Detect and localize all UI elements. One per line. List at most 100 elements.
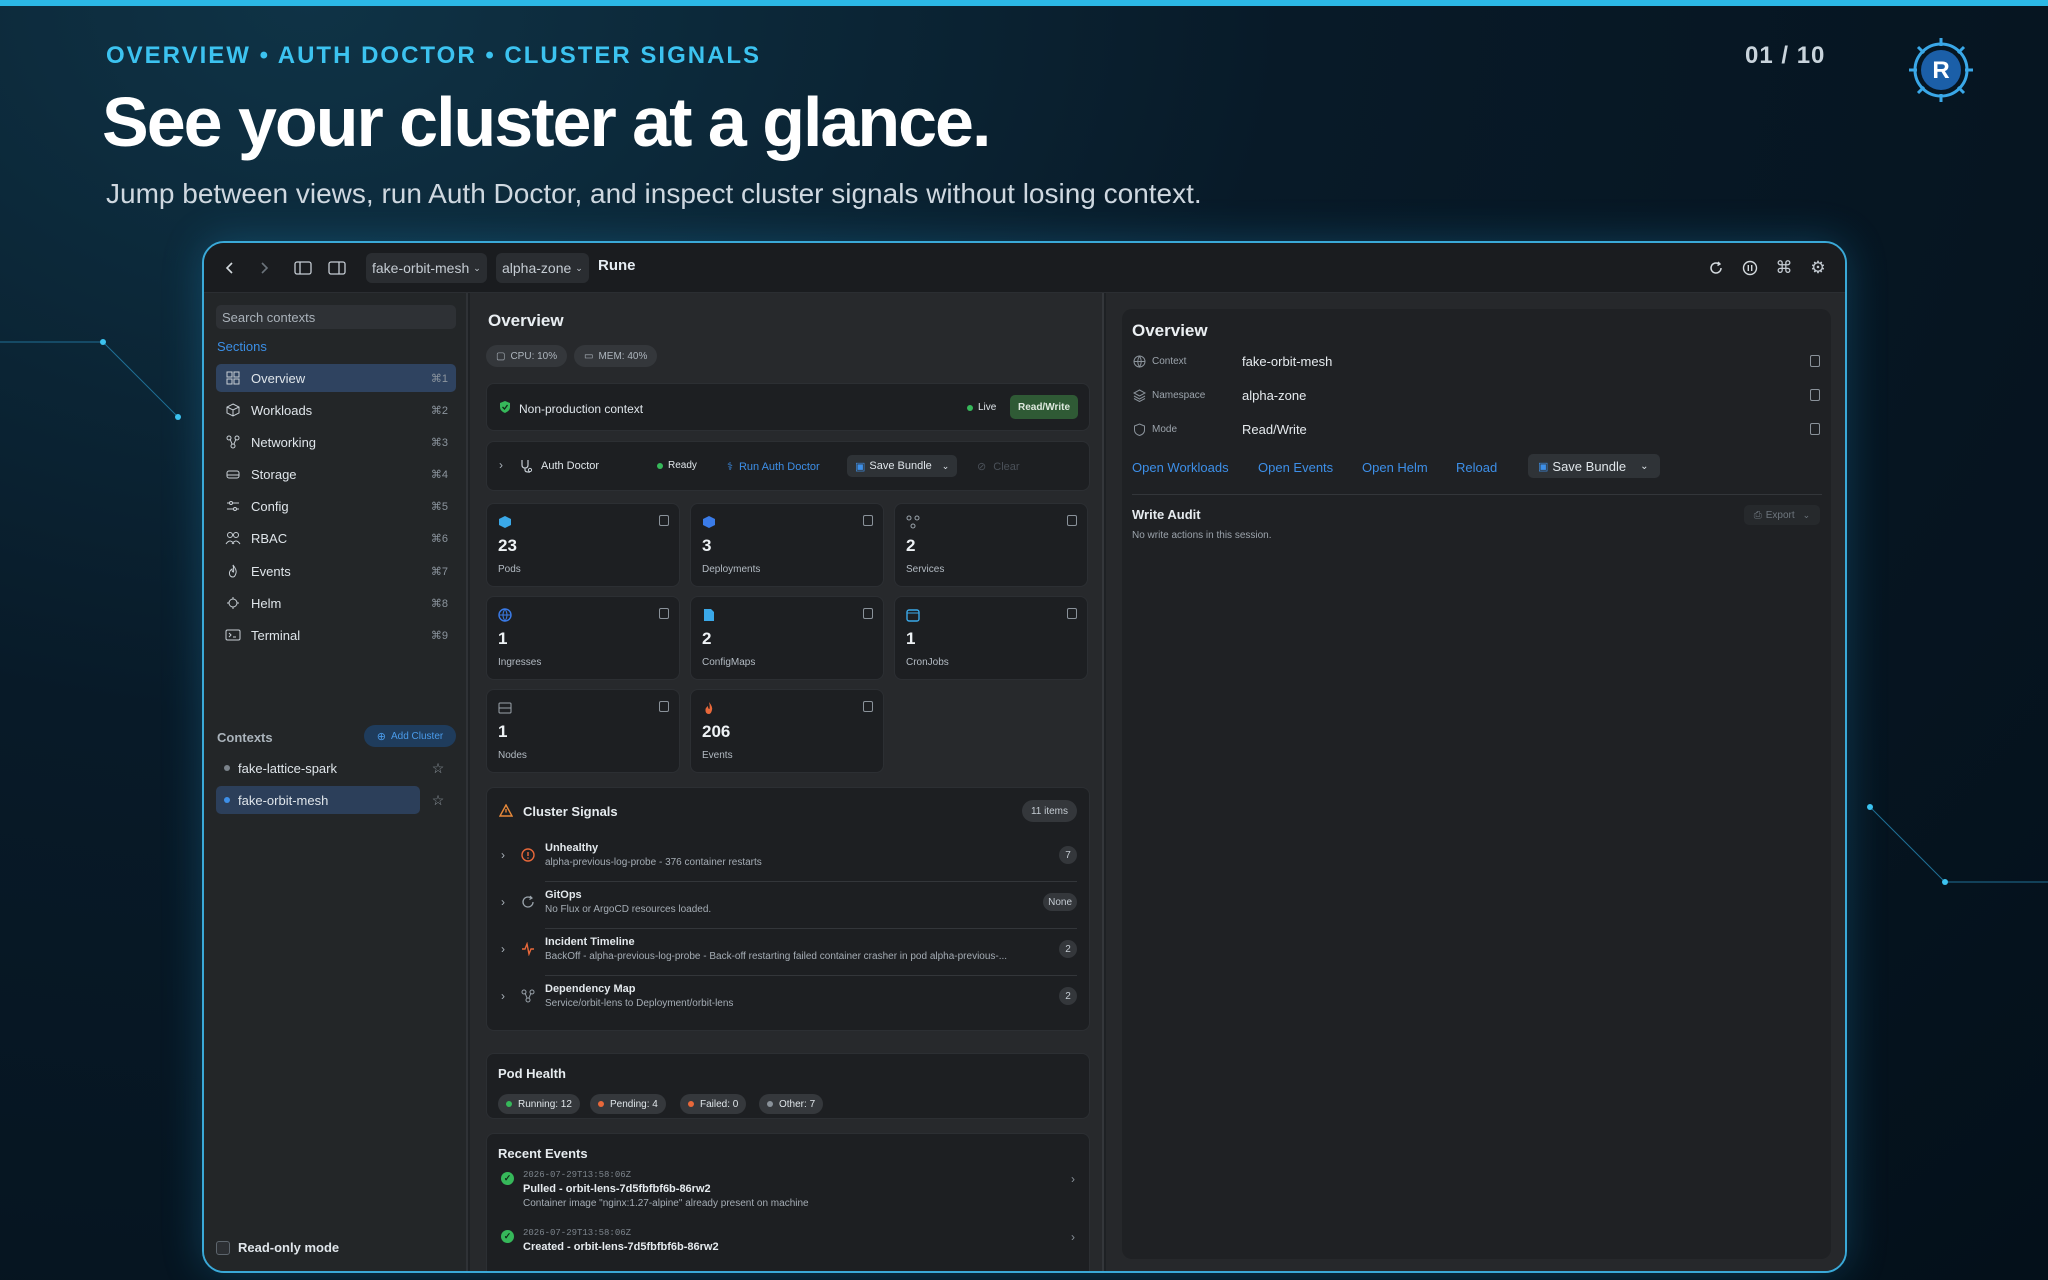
signal-row-dependency-map[interactable]: › Dependency Map Service/orbit-lens to D… [497,979,1077,1025]
save-bundle-button[interactable]: ▣ Save Bundle ⌄ [1528,454,1660,478]
stat-card-cronjobs[interactable]: 1 CronJobs [894,596,1088,680]
sidebar-item-terminal[interactable]: Terminal ⌘9 [216,621,456,649]
read-only-checkbox[interactable] [216,1240,230,1255]
copy-icon[interactable] [659,608,669,619]
copy-icon[interactable] [1810,423,1820,435]
copy-icon[interactable] [659,515,669,526]
status-dot [688,1101,694,1107]
context-select[interactable]: fake-orbit-mesh ⌄ [366,253,487,283]
reload-link[interactable]: Reload [1456,460,1497,475]
hero-subtitle: Jump between views, run Auth Doctor, and… [106,178,1202,209]
stat-card-events[interactable]: 206 Events [690,689,884,773]
namespace-select[interactable]: alpha-zone ⌄ [496,253,589,283]
search-contexts-input[interactable] [216,305,456,329]
event-title: Created - orbit-lens-7d5fbfbf6b-86rw2 [523,1241,719,1253]
shortcut-hint: ⌘9 [430,629,448,642]
sidebar-item-overview[interactable]: Overview ⌘1 [216,364,456,392]
sidebar-item-helm[interactable]: Helm ⌘8 [216,589,456,617]
clear-button[interactable]: ⊘ Clear [977,460,1020,473]
pause-icon [1742,260,1758,276]
check-circle-icon: ✓ [501,1230,514,1243]
sidebar-item-events[interactable]: Events ⌘7 [216,557,456,585]
signal-count: 2 [1059,987,1077,1005]
sidebar-item-networking[interactable]: Networking ⌘3 [216,428,456,456]
export-icon: ⎙ [1753,509,1762,521]
decorative-lines-left [0,339,181,420]
forward-button[interactable] [252,253,276,283]
stat-card-pods[interactable]: 23 Pods [486,503,680,587]
chevron-right-icon[interactable]: › [499,458,503,472]
deployment-icon [703,516,715,528]
back-button[interactable] [218,253,242,283]
open-events-link[interactable]: Open Events [1258,460,1333,475]
stat-label: ConfigMaps [702,657,756,668]
copy-icon[interactable] [1067,515,1077,526]
shortcut-hint: ⌘5 [430,500,448,513]
chevron-right-icon [261,262,269,274]
calendar-clock-icon [906,609,920,622]
sidebar-item-label: Config [251,498,289,514]
stethoscope-icon: ⚕ [727,461,733,473]
command-palette-button[interactable]: ⌘ [1772,253,1796,283]
settings-button[interactable]: ⚙ [1806,253,1830,283]
signal-count: 7 [1059,846,1077,864]
context-status-dot [224,765,230,771]
copy-icon[interactable] [1810,355,1820,367]
hero-eyebrow: OVERVIEW • AUTH DOCTOR • CLUSTER SIGNALS [106,42,762,69]
copy-icon[interactable] [659,701,669,712]
read-only-toggle[interactable]: Read-only mode [216,1240,339,1255]
chevron-right-icon: › [501,989,505,1003]
run-auth-doctor-button[interactable]: ⚕ Run Auth Doctor [727,460,820,474]
copy-icon[interactable] [863,608,873,619]
sidebar-item-label: Helm [251,595,282,611]
slide-counter: 01 / 10 [1745,42,1826,69]
sidebar-item-config[interactable]: Config ⌘5 [216,492,456,520]
context-item[interactable]: fake-lattice-spark [216,754,420,782]
toggle-inspector-button[interactable] [324,253,350,283]
pod-health-card: Pod Health Running: 12 Pending: 4 Failed… [486,1053,1090,1119]
gear-icon: ⚙ [1810,258,1826,277]
signal-row-unhealthy[interactable]: › Unhealthy alpha-previous-log-probe - 3… [497,838,1077,884]
toggle-sidebar-button[interactable] [290,253,316,283]
chevron-right-icon[interactable]: › [1071,1172,1075,1186]
open-helm-link[interactable]: Open Helm [1362,460,1428,475]
hero-title: See your cluster at a glance. [102,83,991,161]
open-workloads-link[interactable]: Open Workloads [1132,460,1229,475]
signal-row-gitops[interactable]: › GitOps No Flux or ArgoCD resources loa… [497,885,1077,931]
sidebar-item-workloads[interactable]: Workloads ⌘2 [216,396,456,424]
add-cluster-button[interactable]: ⊕ Add Cluster [364,725,456,747]
copy-icon[interactable] [1067,608,1077,619]
sidebar-item-storage[interactable]: Storage ⌘4 [216,460,456,488]
stat-card-nodes[interactable]: 1 Nodes [486,689,680,773]
copy-icon[interactable] [863,515,873,526]
refresh-button[interactable] [1704,253,1728,283]
sidebar-item-rbac[interactable]: RBAC ⌘6 [216,524,456,552]
pod-health-label: Failed: 0 [700,1098,739,1110]
copy-icon[interactable] [1810,389,1820,401]
pause-button[interactable] [1738,253,1762,283]
warning-icon [499,804,513,817]
save-bundle-button[interactable]: ▣ Save Bundle ⌄ [847,455,958,477]
star-icon[interactable]: ☆ [430,792,446,808]
stat-card-configmaps[interactable]: 2 ConfigMaps [690,596,884,680]
signal-row-incident-timeline[interactable]: › Incident Timeline BackOff - alpha-prev… [497,932,1077,978]
stat-value: 1 [906,629,916,648]
users-icon [225,530,241,546]
stat-label: Nodes [498,750,527,761]
stat-card-services[interactable]: 2 Services [894,503,1088,587]
stat-card-deployments[interactable]: 3 Deployments [690,503,884,587]
context-banner: Non-production context Live Read/Write [486,383,1090,431]
stat-card-ingresses[interactable]: 1 Ingresses [486,596,680,680]
context-item-active[interactable]: fake-orbit-mesh [216,786,420,814]
event-message: Container image "nginx:1.27-alpine" alre… [523,1198,809,1209]
chevron-right-icon[interactable]: › [1071,1230,1075,1244]
star-icon[interactable]: ☆ [430,760,446,776]
stat-value: 2 [702,629,712,648]
auth-doctor-status: Ready [657,460,697,471]
copy-icon[interactable] [863,701,873,712]
cube-icon [499,516,511,528]
shortcut-hint: ⌘3 [430,436,448,449]
export-button[interactable]: ⎙ Export ⌄ [1744,505,1820,525]
sidebar-item-label: Workloads [251,402,313,418]
stat-value: 1 [498,722,508,741]
